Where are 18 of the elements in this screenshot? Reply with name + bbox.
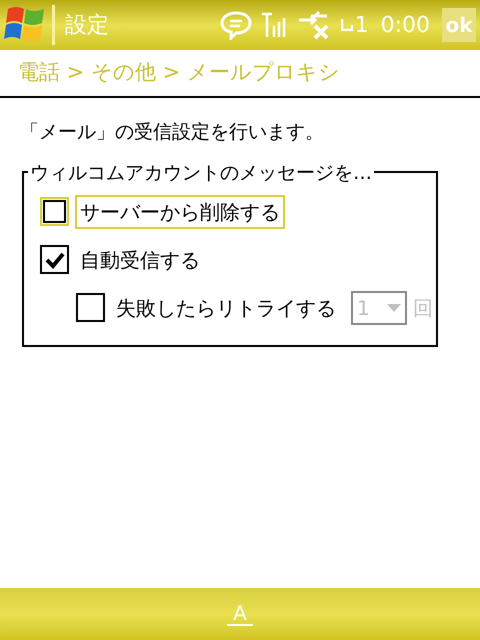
line-number: 1 [354,12,369,40]
checkbox[interactable] [76,293,105,322]
clock[interactable]: 0:00 [380,8,430,42]
window-title: 設定 [65,12,109,40]
breadcrumb: 電話 > その他 > メールプロキシ [18,59,340,86]
unit-label: 回 [413,294,433,322]
dropdown-arrow-icon [387,304,401,312]
checkbox-label[interactable]: 失敗したらリトライする [111,290,341,324]
description: 「メール」の受信設定を行います。 [20,120,325,145]
message-bubble-icon[interactable] [218,10,253,40]
line-indicator-icon [340,19,353,31]
input-panel-button[interactable]: A [227,602,253,626]
disconnected-icon[interactable] [296,10,331,40]
checkmark-icon [44,250,64,268]
ok-button[interactable]: ok [442,8,476,42]
checkbox-label[interactable]: サーバーから削除する [75,194,285,228]
checkbox[interactable] [40,245,69,274]
checkbox-label[interactable]: 自動受信する [75,242,205,276]
